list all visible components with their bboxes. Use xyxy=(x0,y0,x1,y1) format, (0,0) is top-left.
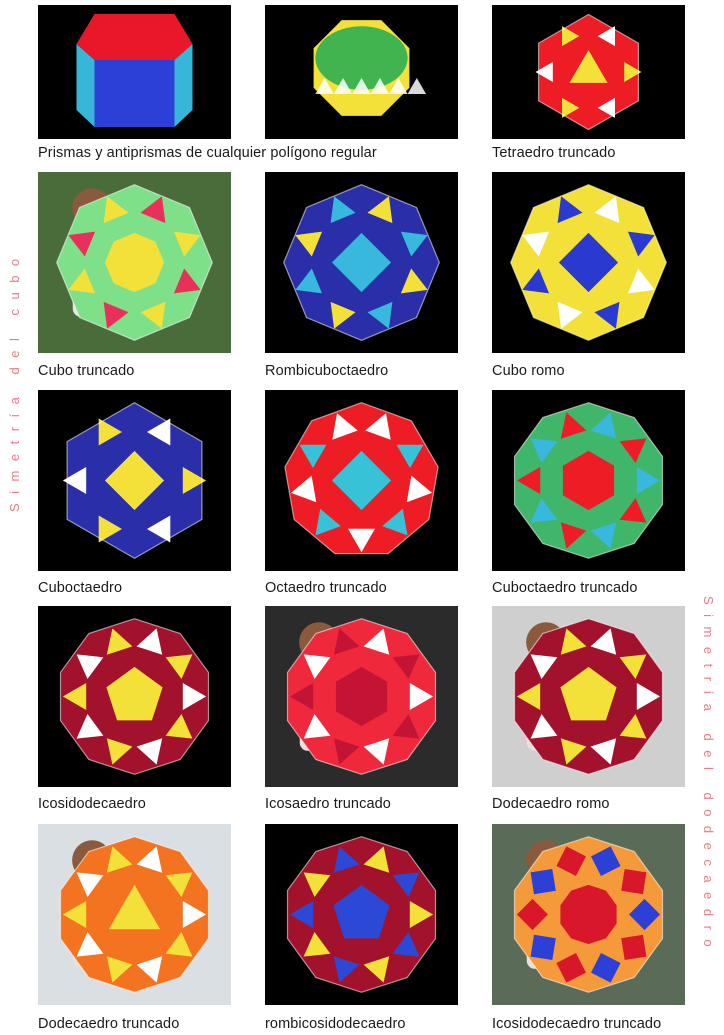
truncated-cuboctahedron-photo xyxy=(492,390,685,571)
truncated-cube-caption: Cubo truncado xyxy=(38,363,135,379)
side-label-cube-symmetry: Simetría del cubo xyxy=(7,249,22,512)
rhombicuboctahedron-photo xyxy=(265,172,458,353)
truncated-icosidodecahedron-photo xyxy=(492,824,685,1005)
snub-cube-photo xyxy=(492,172,685,353)
snub-cube-caption: Cubo romo xyxy=(492,363,565,379)
truncated-cube-photo xyxy=(38,172,231,353)
icosidodecahedron-caption: Icosidodecaedro xyxy=(38,796,146,812)
snub-dodecahedron-photo xyxy=(492,606,685,787)
side-label-dodecahedron-symmetry: Simetría del dodecaedro xyxy=(701,596,716,957)
rhombicuboctahedron-caption: Rombicuboctaedro xyxy=(265,363,389,379)
truncated-dodecahedron-caption: Dodecaedro truncado xyxy=(38,1016,180,1032)
rhombicosidodecahedron-photo xyxy=(265,824,458,1005)
prisms-antiprisms-caption: Prismas y antiprismas de cualquier políg… xyxy=(38,145,377,161)
cuboctahedron-photo xyxy=(38,390,231,571)
truncated-tetrahedron-photo xyxy=(492,5,685,139)
truncated-octahedron-caption: Octaedro truncado xyxy=(265,580,387,596)
prisms-antiprisms-photo xyxy=(38,5,231,139)
truncated-octahedron-photo xyxy=(265,390,458,571)
icosidodecahedron-photo xyxy=(38,606,231,787)
truncated-icosahedron-photo xyxy=(265,606,458,787)
truncated-cuboctahedron-caption: Cuboctaedro truncado xyxy=(492,580,638,596)
truncated-icosahedron-caption: Icosaedro truncado xyxy=(265,796,391,812)
truncated-icosidodecahedron-caption: Icosidodecaedro truncado xyxy=(492,1016,662,1032)
antiprism-photo xyxy=(265,5,458,139)
rhombicosidodecahedron-caption: rombicosidodecaedro xyxy=(265,1016,406,1032)
snub-dodecahedron-caption: Dodecaedro romo xyxy=(492,796,610,812)
truncated-dodecahedron-photo xyxy=(38,824,231,1005)
truncated-tetrahedron-caption: Tetraedro truncado xyxy=(492,145,616,161)
cuboctahedron-caption: Cuboctaedro xyxy=(38,580,123,596)
